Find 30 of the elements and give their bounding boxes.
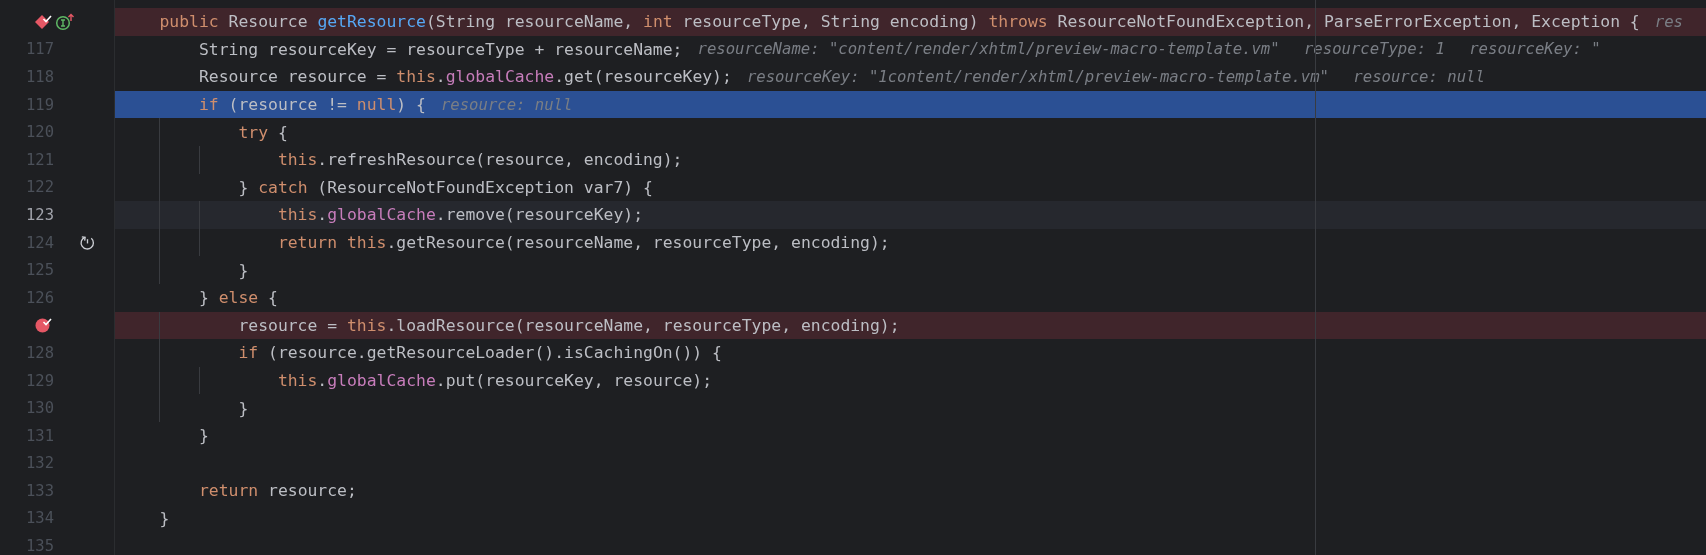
inline-value-hint: resource: null bbox=[440, 95, 573, 114]
inline-value-hint: res bbox=[1654, 12, 1683, 31]
breakpoint-icon[interactable] bbox=[34, 316, 52, 335]
code-line: } bbox=[198, 426, 209, 446]
code-line: return this.getResource(resourceName, resourceType, encoding); bbox=[277, 233, 890, 253]
code-line: } bbox=[238, 260, 249, 280]
code-line: String resourceKey = resourceType + resourceName; bbox=[198, 39, 683, 59]
code-line: if (resource.getResourceLoader().isCachingOn()) { bbox=[238, 343, 722, 363]
reset-frame-icon[interactable] bbox=[78, 234, 96, 252]
code-line: this.globalCache.remove(resourceKey); bbox=[277, 205, 644, 225]
code-line: public Resource getResource(String resourceName, int resourceType, String encoding) throws ResourceNotFoundException, ParseErrorException, Exception { bbox=[159, 12, 1640, 32]
code-line: try { bbox=[238, 122, 288, 142]
code-line: } catch (ResourceNotFoundException var7) { bbox=[238, 177, 653, 197]
code-line: } else { bbox=[198, 288, 278, 308]
method-breakpoint-icon[interactable] bbox=[34, 12, 52, 31]
line-number: 123 bbox=[26, 205, 54, 224]
inline-value-hint: resourceType: 1 bbox=[1304, 40, 1445, 59]
code-line: } bbox=[238, 398, 249, 418]
code-line: Resource resource = this.globalCache.get(resourceKey); bbox=[198, 67, 732, 87]
code-line: resource = this.loadResource(resourceName, resourceType, encoding); bbox=[238, 315, 900, 335]
code-line: } bbox=[159, 509, 170, 528]
inline-value-hint: resourceKey: " bbox=[1469, 40, 1601, 59]
implements-marker-icon[interactable] bbox=[55, 12, 75, 31]
code-line: this.globalCache.put(resourceKey, resource); bbox=[277, 371, 713, 390]
inline-value-hint: resource: null bbox=[1353, 68, 1485, 86]
code-line: if (resource != null) { bbox=[198, 95, 426, 115]
inline-value-hint: resourceKey: "1content/render/xhtml/preview-macro-template.vm" bbox=[746, 68, 1329, 86]
code-line: this.refreshResource(resource, encoding); bbox=[277, 150, 683, 170]
code-line: return resource; bbox=[198, 481, 357, 501]
inline-value-hint: resourceName: "content/render/xhtml/preview-macro-template.vm" bbox=[697, 40, 1280, 59]
